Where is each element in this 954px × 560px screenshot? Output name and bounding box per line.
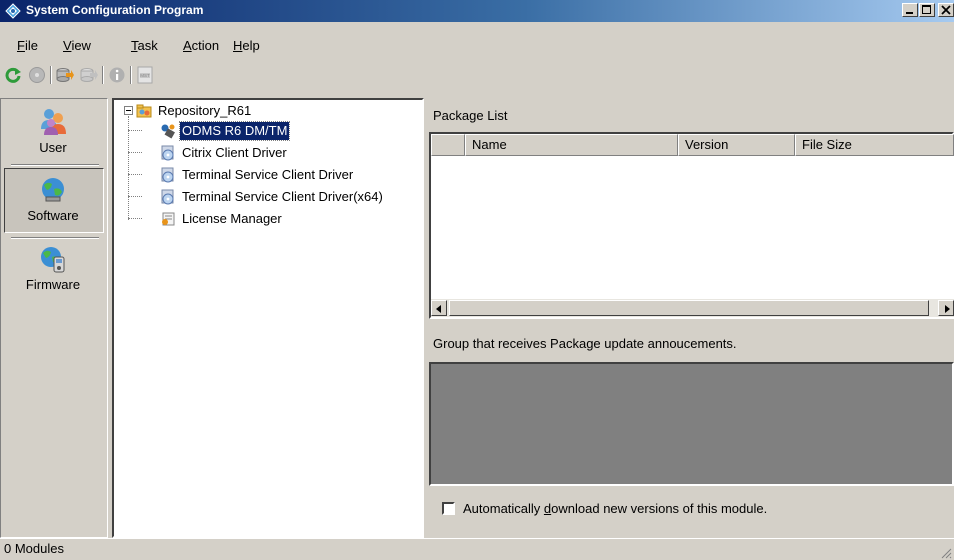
scroll-left-button[interactable] <box>431 300 447 316</box>
disc-icon <box>29 67 45 83</box>
column-header-select[interactable] <box>431 134 465 156</box>
firmware-globe-icon <box>41 247 65 273</box>
collapse-toggle[interactable] <box>124 106 133 115</box>
sidebar-item-firmware[interactable]: Firmware <box>1 244 105 292</box>
status-bar <box>0 538 954 560</box>
sidebar-item-software[interactable]: Software <box>1 175 105 223</box>
resize-grip-icon[interactable] <box>938 545 952 559</box>
menu-task[interactable]: Task <box>131 38 158 53</box>
disk-package-icon <box>161 145 174 161</box>
group-label: Group that receives Package update annou… <box>433 336 737 351</box>
menu-action[interactable]: Action <box>183 38 219 53</box>
refresh-icon[interactable] <box>4 66 22 84</box>
export-icon <box>80 68 98 82</box>
group-area[interactable] <box>429 362 954 486</box>
toolbar-separator <box>130 66 132 84</box>
column-header-version[interactable]: Version <box>678 134 795 156</box>
package-list-title: Package List <box>433 108 508 123</box>
repository-icon <box>136 104 152 118</box>
minimize-button[interactable] <box>902 3 918 17</box>
title-bar: System Configuration Program <box>0 0 954 22</box>
tree-item-label: Repository_R61 <box>158 103 252 118</box>
sidebar-item-label: User <box>39 140 67 155</box>
sidebar-item-label: Firmware <box>25 277 81 292</box>
scroll-right-button[interactable] <box>938 300 954 316</box>
menu-bar: File View Task Action Help <box>0 34 954 56</box>
svg-text:MST: MST <box>140 73 150 78</box>
sidebar-divider <box>11 237 99 239</box>
users-icon <box>41 109 66 135</box>
tree-line <box>128 218 142 219</box>
software-globe-icon <box>42 178 64 202</box>
menu-file[interactable]: File <box>17 38 38 53</box>
window-title: System Configuration Program <box>26 3 204 17</box>
disk-package-icon <box>161 167 174 183</box>
tree-item-label: Terminal Service Client Driver <box>182 167 354 182</box>
tree-line <box>128 130 142 131</box>
license-icon <box>162 212 175 226</box>
menu-help[interactable]: Help <box>233 38 260 53</box>
toolbar-separator <box>102 66 104 84</box>
sidebar-item-label: Software <box>27 208 79 223</box>
tree-line <box>128 174 142 175</box>
close-button[interactable] <box>938 3 954 17</box>
tree-line <box>128 196 142 197</box>
menu-view[interactable]: View <box>63 38 91 53</box>
tree-item-label: License Manager <box>182 211 282 226</box>
auto-download-label[interactable]: Automatically download new versions of t… <box>463 501 767 516</box>
info-icon <box>109 67 125 83</box>
tree-line <box>128 152 142 153</box>
odms-icon <box>161 124 175 139</box>
sidebar: User Software Firmware <box>0 98 108 538</box>
scroll-thumb[interactable] <box>449 300 929 316</box>
toolbar-separator <box>50 66 52 84</box>
status-text: 0 Modules <box>4 541 64 556</box>
disk-package-icon <box>161 189 174 205</box>
maximize-button[interactable] <box>919 3 935 17</box>
column-header-file-size[interactable]: File Size <box>795 134 954 156</box>
repository-tree[interactable]: Repository_R61 ODMS R6 DM/TM Citrix Clie… <box>112 98 424 538</box>
tree-line <box>128 116 129 220</box>
column-header-name[interactable]: Name <box>465 134 678 156</box>
tree-item-label: ODMS R6 DM/TM <box>178 121 291 141</box>
mst-icon: MST <box>137 66 153 84</box>
import-icon[interactable] <box>56 66 74 84</box>
auto-download-checkbox[interactable] <box>442 502 455 515</box>
tree-item-label: Terminal Service Client Driver(x64) <box>182 189 383 204</box>
tree-item-label: Citrix Client Driver <box>182 145 287 160</box>
sidebar-item-user[interactable]: User <box>1 107 105 155</box>
package-list[interactable] <box>429 132 954 319</box>
app-icon <box>5 3 21 19</box>
sidebar-divider <box>11 164 99 166</box>
